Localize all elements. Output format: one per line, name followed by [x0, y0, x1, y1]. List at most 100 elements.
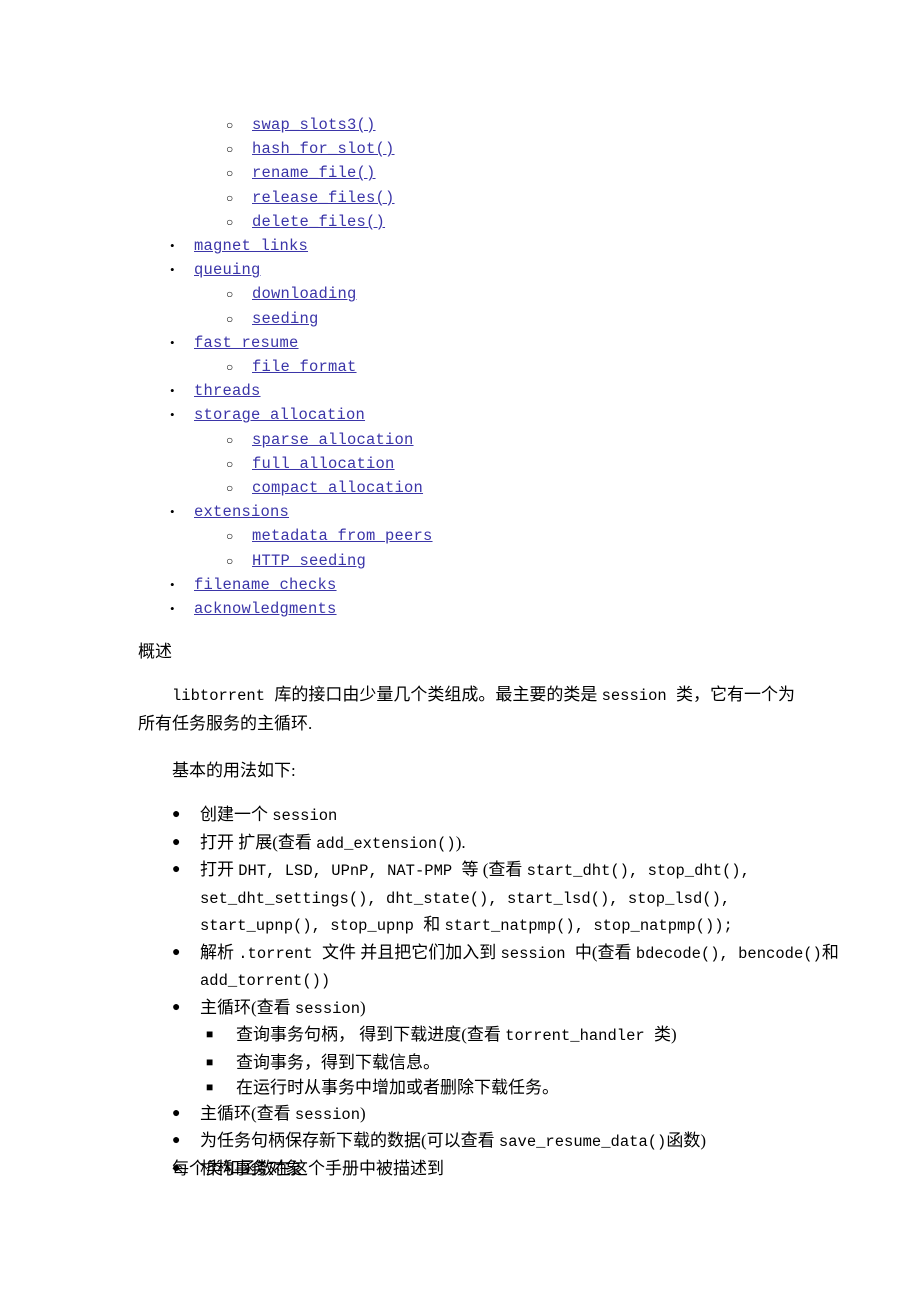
code-span: session: [272, 807, 338, 825]
text-span: 打开 扩展(查看: [200, 832, 317, 852]
text-span: 解析: [200, 942, 239, 962]
bullet-circle-icon: ○: [226, 190, 234, 205]
toc-link[interactable]: HTTP seeding: [252, 549, 366, 573]
step-text: 打开 DHT, LSD, UPnP, NAT-PMP 等 (查看 start_d…: [200, 857, 852, 940]
toc-link[interactable]: swap_slots3(): [252, 113, 376, 137]
bullet-circle-icon: ○: [226, 456, 234, 471]
step-text: 查询事务，得到下载信息。: [236, 1050, 852, 1076]
toc-item: ○ full allocation: [226, 452, 830, 476]
toc-link[interactable]: full allocation: [252, 452, 395, 476]
toc-link[interactable]: seeding: [252, 307, 319, 331]
step-item: ● 解析 .torrent 文件 并且把它们加入到 session 中(查看 bd…: [172, 940, 852, 995]
toc-link[interactable]: compact allocation: [252, 476, 423, 500]
toc-item: • storage allocation: [170, 403, 830, 427]
text-span: 类): [654, 1025, 677, 1044]
bullet-circle-icon: ○: [226, 214, 234, 229]
step-item: ● 主循环(查看 session): [172, 1101, 852, 1129]
toc-item: • acknowledgments: [170, 597, 830, 621]
code-span: add_extension(): [316, 834, 456, 853]
toc-link[interactable]: file format: [252, 355, 357, 379]
toc-link[interactable]: acknowledgments: [194, 597, 337, 621]
step-item: ■ 在运行时从事务中增加或者删除下载任务。: [206, 1075, 852, 1101]
code-span: start_natpmp(), stop_natpmp());: [444, 917, 733, 935]
bullet-disc-icon: •: [170, 407, 175, 423]
toc-link[interactable]: queuing: [194, 258, 261, 282]
toc-item: ○ file format: [226, 355, 830, 379]
text-span: 创建一个: [200, 805, 273, 824]
bullet-disc-icon: •: [170, 601, 175, 617]
toc-link[interactable]: fast resume: [194, 331, 299, 355]
bullet-circle-icon: ○: [226, 142, 234, 157]
toc-link[interactable]: release_files(): [252, 186, 395, 210]
toc-item: ○ hash_for_slot(): [226, 137, 830, 161]
text-span: 主循环(查看: [200, 1103, 295, 1123]
step-item: ● 为任务句柄保存新下载的数据(可以查看 save_resume_data()函数…: [172, 1128, 852, 1156]
closing-paragraph: 每个类和函数在这个手册中被描述到: [172, 1159, 444, 1178]
toc-item: ○ metadata from peers: [226, 524, 830, 548]
step-text: 创建一个 session: [200, 802, 852, 830]
toc-item: ○ release_files(): [226, 186, 830, 210]
code-span: session: [294, 999, 361, 1018]
code-span: add_torrent()): [200, 972, 331, 990]
step-item: ● 打开 DHT, LSD, UPnP, NAT-PMP 等 (查看 start_…: [172, 857, 852, 940]
code-span: torrent_handler: [505, 1027, 654, 1045]
code-span: session: [500, 944, 575, 963]
toc-item: ○ delete_files(): [226, 210, 830, 234]
bullet-disc-icon: ●: [172, 1105, 181, 1121]
text-span: 函数): [666, 1131, 707, 1150]
bullet-disc-icon: ●: [172, 999, 181, 1015]
code-span: session: [294, 1105, 361, 1124]
toc-item: ○ swap_slots3(): [226, 113, 830, 137]
toc-item: ○ compact allocation: [226, 476, 830, 500]
step-item: ● 打开 扩展(查看 add_extension()).: [172, 830, 852, 858]
toc-item: ○ HTTP seeding: [226, 549, 830, 573]
toc-link[interactable]: metadata from peers: [252, 524, 433, 548]
table-of-contents: ○ swap_slots3() ○ hash_for_slot() ○ rename_fi…: [170, 113, 830, 621]
bullet-disc-icon: ●: [172, 862, 181, 877]
step-item: ■ 查询事务句柄， 得到下载进度(查看 torrent_handler 类): [206, 1022, 852, 1050]
code-span: DHT, LSD, UPnP, NAT-PMP: [238, 862, 462, 880]
text-span: 为任务句柄保存新下载的数据(可以查看: [200, 1131, 499, 1150]
text-span: ): [360, 997, 366, 1017]
bullet-disc-icon: •: [170, 383, 175, 399]
toc-link[interactable]: extensions: [194, 500, 289, 524]
toc-item: • extensions: [170, 500, 830, 524]
toc-item: ○ sparse allocation: [226, 428, 830, 452]
code-span: save_resume_data(): [498, 1133, 667, 1151]
text-span: ): [360, 1103, 366, 1123]
toc-link[interactable]: filename checks: [194, 573, 337, 597]
toc-link[interactable]: downloading: [252, 282, 357, 306]
bullet-circle-icon: ○: [226, 166, 234, 181]
text-span: 主循环(查看: [200, 997, 295, 1017]
bullet-disc-icon: ●: [172, 807, 181, 822]
code-span: .torrent: [238, 944, 322, 963]
text-span: 库的接口由少量几个类组成。最主要的类是: [274, 685, 602, 704]
bullet-disc-icon: •: [170, 334, 175, 350]
text-span: 查询事务，得到下载信息。: [236, 1052, 440, 1072]
text-span: 等 (查看: [461, 860, 527, 879]
toc-item: • queuing: [170, 258, 830, 282]
toc-link[interactable]: delete_files(): [252, 210, 385, 234]
toc-item: • threads: [170, 379, 830, 403]
text-span: 和: [821, 942, 839, 962]
toc-link[interactable]: rename_file(): [252, 161, 376, 185]
text-span: 文件 并且把它们加入到: [321, 942, 501, 962]
bullet-disc-icon: •: [170, 504, 175, 520]
bullet-circle-icon: ○: [226, 481, 234, 496]
toc-item: ○ downloading: [226, 282, 830, 306]
bullet-disc-icon: •: [170, 238, 175, 254]
text-span: 在运行时从事务中增加或者删除下载任务。: [236, 1078, 559, 1097]
step-item: ■ 查询事务，得到下载信息。: [206, 1050, 852, 1076]
toc-link[interactable]: sparse allocation: [252, 428, 414, 452]
toc-link[interactable]: hash_for_slot(): [252, 137, 395, 161]
toc-link[interactable]: threads: [194, 379, 261, 403]
bullet-circle-icon: ○: [226, 287, 234, 302]
text-span: ).: [455, 832, 466, 852]
toc-link[interactable]: storage allocation: [194, 403, 365, 427]
step-item: ● 主循环(查看 session): [172, 995, 852, 1023]
document-page: ○ swap_slots3() ○ hash_for_slot() ○ rename_fi…: [0, 0, 920, 1302]
toc-link[interactable]: magnet links: [194, 234, 308, 258]
bullet-circle-icon: ○: [226, 311, 234, 326]
bullet-circle-icon: ○: [226, 529, 234, 544]
bullet-square-icon: ■: [206, 1054, 214, 1069]
